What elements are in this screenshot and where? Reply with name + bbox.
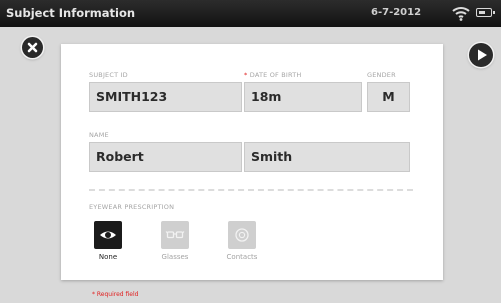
subject-id-field[interactable]: SMITH123 — [89, 82, 242, 112]
dob-label: * DATE OF BIRTH — [244, 71, 302, 79]
close-button[interactable] — [22, 37, 43, 58]
eyewear-glasses-label: Glasses — [161, 253, 189, 261]
eyewear-contacts-button[interactable] — [228, 221, 256, 249]
battery-icon — [476, 8, 495, 17]
name-label: NAME — [89, 131, 109, 139]
play-icon — [478, 49, 487, 61]
dob-label-text: DATE OF BIRTH — [249, 71, 302, 79]
close-icon — [27, 42, 38, 53]
gender-field[interactable]: M — [367, 82, 410, 112]
subject-id-label: SUBJECT ID — [89, 71, 128, 79]
eyewear-none-button[interactable] — [94, 221, 122, 249]
contact-lens-icon — [235, 228, 249, 242]
required-field-note: * Required field — [92, 291, 139, 298]
eyewear-none-label: None — [98, 253, 118, 261]
eyewear-glasses-button[interactable] — [161, 221, 189, 249]
page-title: Subject Information — [6, 6, 136, 20]
last-name-field[interactable]: Smith — [244, 142, 410, 172]
eyewear-contacts-label: Contacts — [226, 253, 258, 261]
status-date: 6-7-2012 — [371, 7, 422, 18]
eye-icon — [100, 231, 116, 239]
gender-label: GENDER — [367, 71, 396, 79]
wifi-icon — [451, 4, 471, 26]
date-of-birth-field[interactable]: 18m — [244, 82, 362, 112]
title-bar: Subject Information 6-7-2012 — [0, 0, 501, 27]
eyewear-label: EYEWEAR PRESCRIPTION — [89, 203, 175, 211]
next-button[interactable] — [469, 43, 493, 67]
required-star: * — [244, 71, 248, 79]
first-name-field[interactable]: Robert — [89, 142, 242, 172]
subject-form-card: SUBJECT ID SMITH123 * DATE OF BIRTH 18m … — [61, 44, 443, 280]
section-divider — [89, 189, 413, 191]
glasses-icon — [165, 231, 185, 239]
